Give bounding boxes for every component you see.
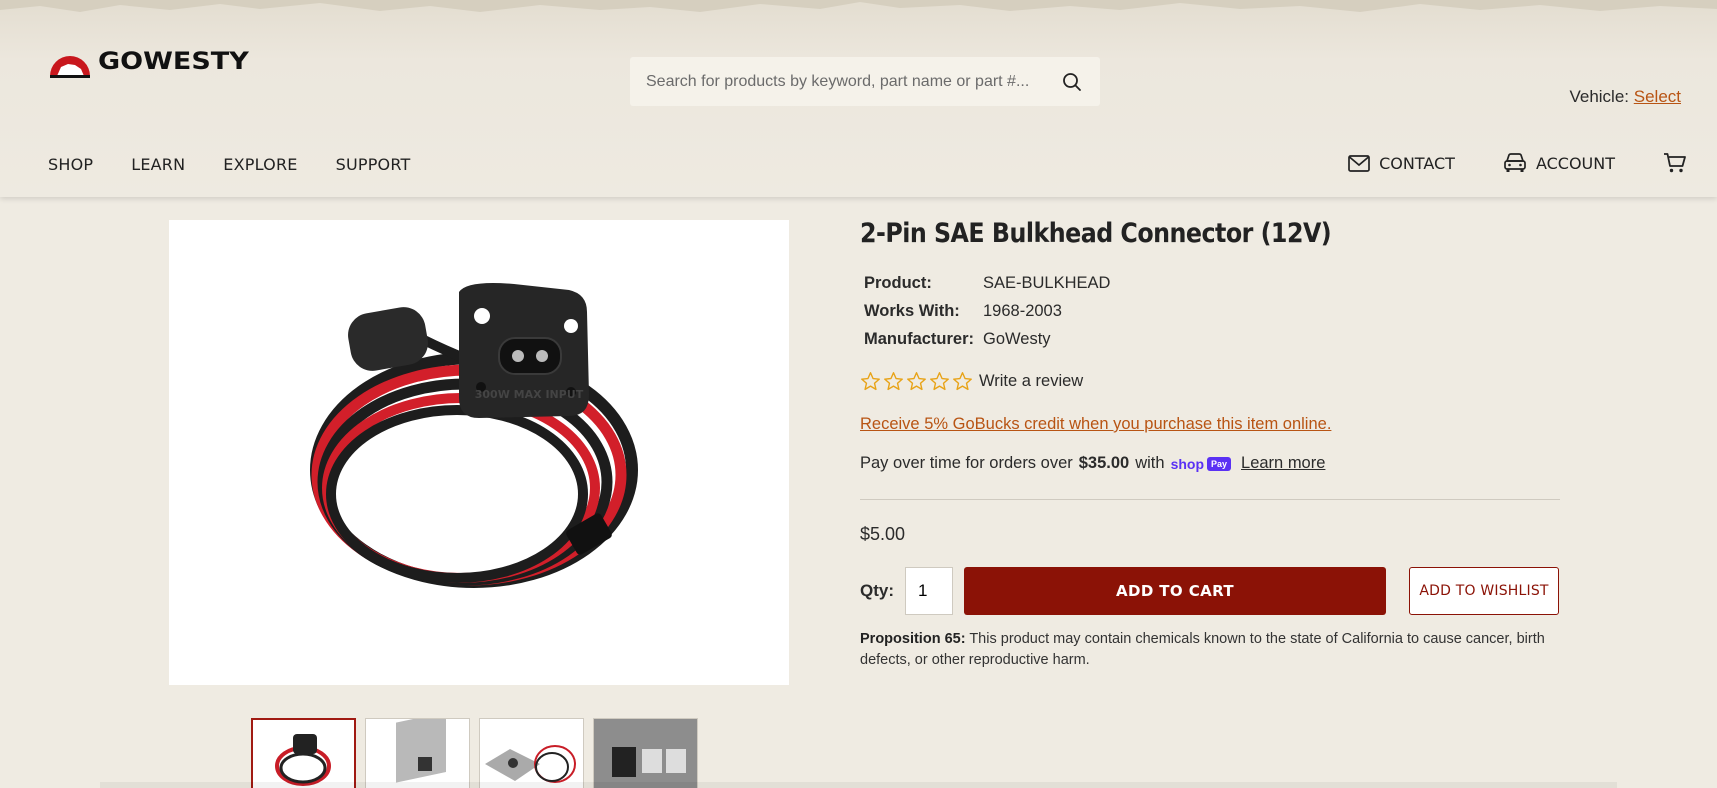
prop65-notice: Proposition 65: This product may contain… [860, 629, 1560, 671]
cart-icon [1664, 153, 1686, 173]
spec-value: SAE-BULKHEAD [983, 273, 1111, 292]
shoppay-word: shop [1170, 455, 1205, 472]
thumbnail-2[interactable] [365, 718, 470, 788]
payover-text: Pay over time for orders over [860, 454, 1073, 472]
learn-more-link[interactable]: Learn more [1241, 454, 1325, 473]
vehicle-selector: Vehicle: Select [1569, 87, 1681, 107]
contact-label: CONTACT [1379, 153, 1455, 173]
thumbnail-4[interactable] [593, 718, 698, 788]
spec-label: Manufacturer: [864, 329, 975, 348]
star-icon[interactable] [906, 371, 927, 392]
product-price: $5.00 [860, 524, 906, 544]
star-icon[interactable] [929, 371, 950, 392]
connector-imprint: 300W MAX INPUT [475, 388, 584, 401]
spec-label: Product: [864, 273, 932, 292]
spec-row: Manufacturer: GoWesty [860, 325, 1562, 353]
utility-nav: CONTACT ACCOUNT [1300, 152, 1687, 174]
logo-icon [50, 56, 90, 78]
add-to-cart-button[interactable]: ADD TO CART [964, 567, 1386, 615]
payover-with: with [1135, 454, 1165, 472]
nav-support[interactable]: SUPPORT [336, 155, 411, 174]
car-icon [1504, 153, 1526, 172]
product-title: 2-Pin SAE Bulkhead Connector (12V) [860, 218, 1332, 249]
qty-input[interactable] [905, 567, 953, 615]
purchase-row: Qty: ADD TO CART ADD TO WISHLIST [860, 567, 1562, 615]
search-bar [630, 57, 1100, 106]
main-nav: SHOP LEARN EXPLORE SUPPORT [48, 155, 448, 174]
spec-row: Product: SAE-BULKHEAD [860, 269, 1562, 297]
page-footer-shade [100, 782, 1617, 788]
shoppay-logo: shop Pay [1170, 455, 1232, 472]
product-specs: Product: SAE-BULKHEAD Works With: 1968-2… [860, 269, 1562, 353]
site-header: GOWESTY Vehicle: Select SHOP LEARN EXPLO… [0, 0, 1717, 197]
nav-learn[interactable]: LEARN [131, 155, 185, 174]
star-icon[interactable] [883, 371, 904, 392]
nav-shop[interactable]: SHOP [48, 155, 93, 174]
account-link[interactable]: ACCOUNT [1503, 152, 1615, 174]
nav-explore[interactable]: EXPLORE [223, 155, 297, 174]
shoppay-badge: Pay [1207, 456, 1232, 471]
contact-link[interactable]: CONTACT [1348, 154, 1455, 173]
star-icon[interactable] [952, 371, 973, 392]
account-label: ACCOUNT [1535, 153, 1615, 173]
rating-row: Write a review [860, 371, 1562, 392]
mail-icon [1348, 154, 1370, 172]
spec-label: Works With: [864, 301, 960, 320]
connector-illustration: 300W MAX INPUT [310, 283, 638, 588]
prop65-label: Proposition 65: [860, 631, 966, 647]
search-icon[interactable] [1060, 70, 1084, 94]
site-logo[interactable]: GOWESTY [48, 45, 249, 78]
search-input[interactable] [646, 72, 1060, 91]
vehicle-select-link[interactable]: Select [1634, 87, 1681, 106]
thumbnail-strip [251, 718, 698, 788]
add-to-wishlist-button[interactable]: ADD TO WISHLIST [1409, 567, 1559, 615]
mountain-decoration [0, 0, 1717, 12]
pay-over-time: Pay over time for orders over $35.00 wit… [860, 454, 1562, 473]
star-icon[interactable] [860, 371, 881, 392]
vehicle-label: Vehicle: [1569, 87, 1630, 106]
product-details: 2-Pin SAE Bulkhead Connector (12V) Produ… [860, 218, 1562, 671]
gobucks-link[interactable]: Receive 5% GoBucks credit when you purch… [860, 415, 1562, 434]
spec-value: 1968-2003 [983, 301, 1062, 320]
qty-label: Qty: [860, 581, 894, 600]
cart-link[interactable] [1663, 152, 1687, 174]
spec-value: GoWesty [983, 329, 1051, 348]
payover-amount: $35.00 [1078, 454, 1130, 472]
logo-text: GOWESTY [98, 47, 249, 76]
divider [860, 499, 1560, 500]
write-review-link[interactable]: Write a review [979, 372, 1083, 391]
thumbnail-3[interactable] [479, 718, 584, 788]
spec-row: Works With: 1968-2003 [860, 297, 1562, 325]
product-main-image[interactable]: 300W MAX INPUT [169, 220, 789, 685]
thumbnail-1[interactable] [251, 718, 356, 788]
